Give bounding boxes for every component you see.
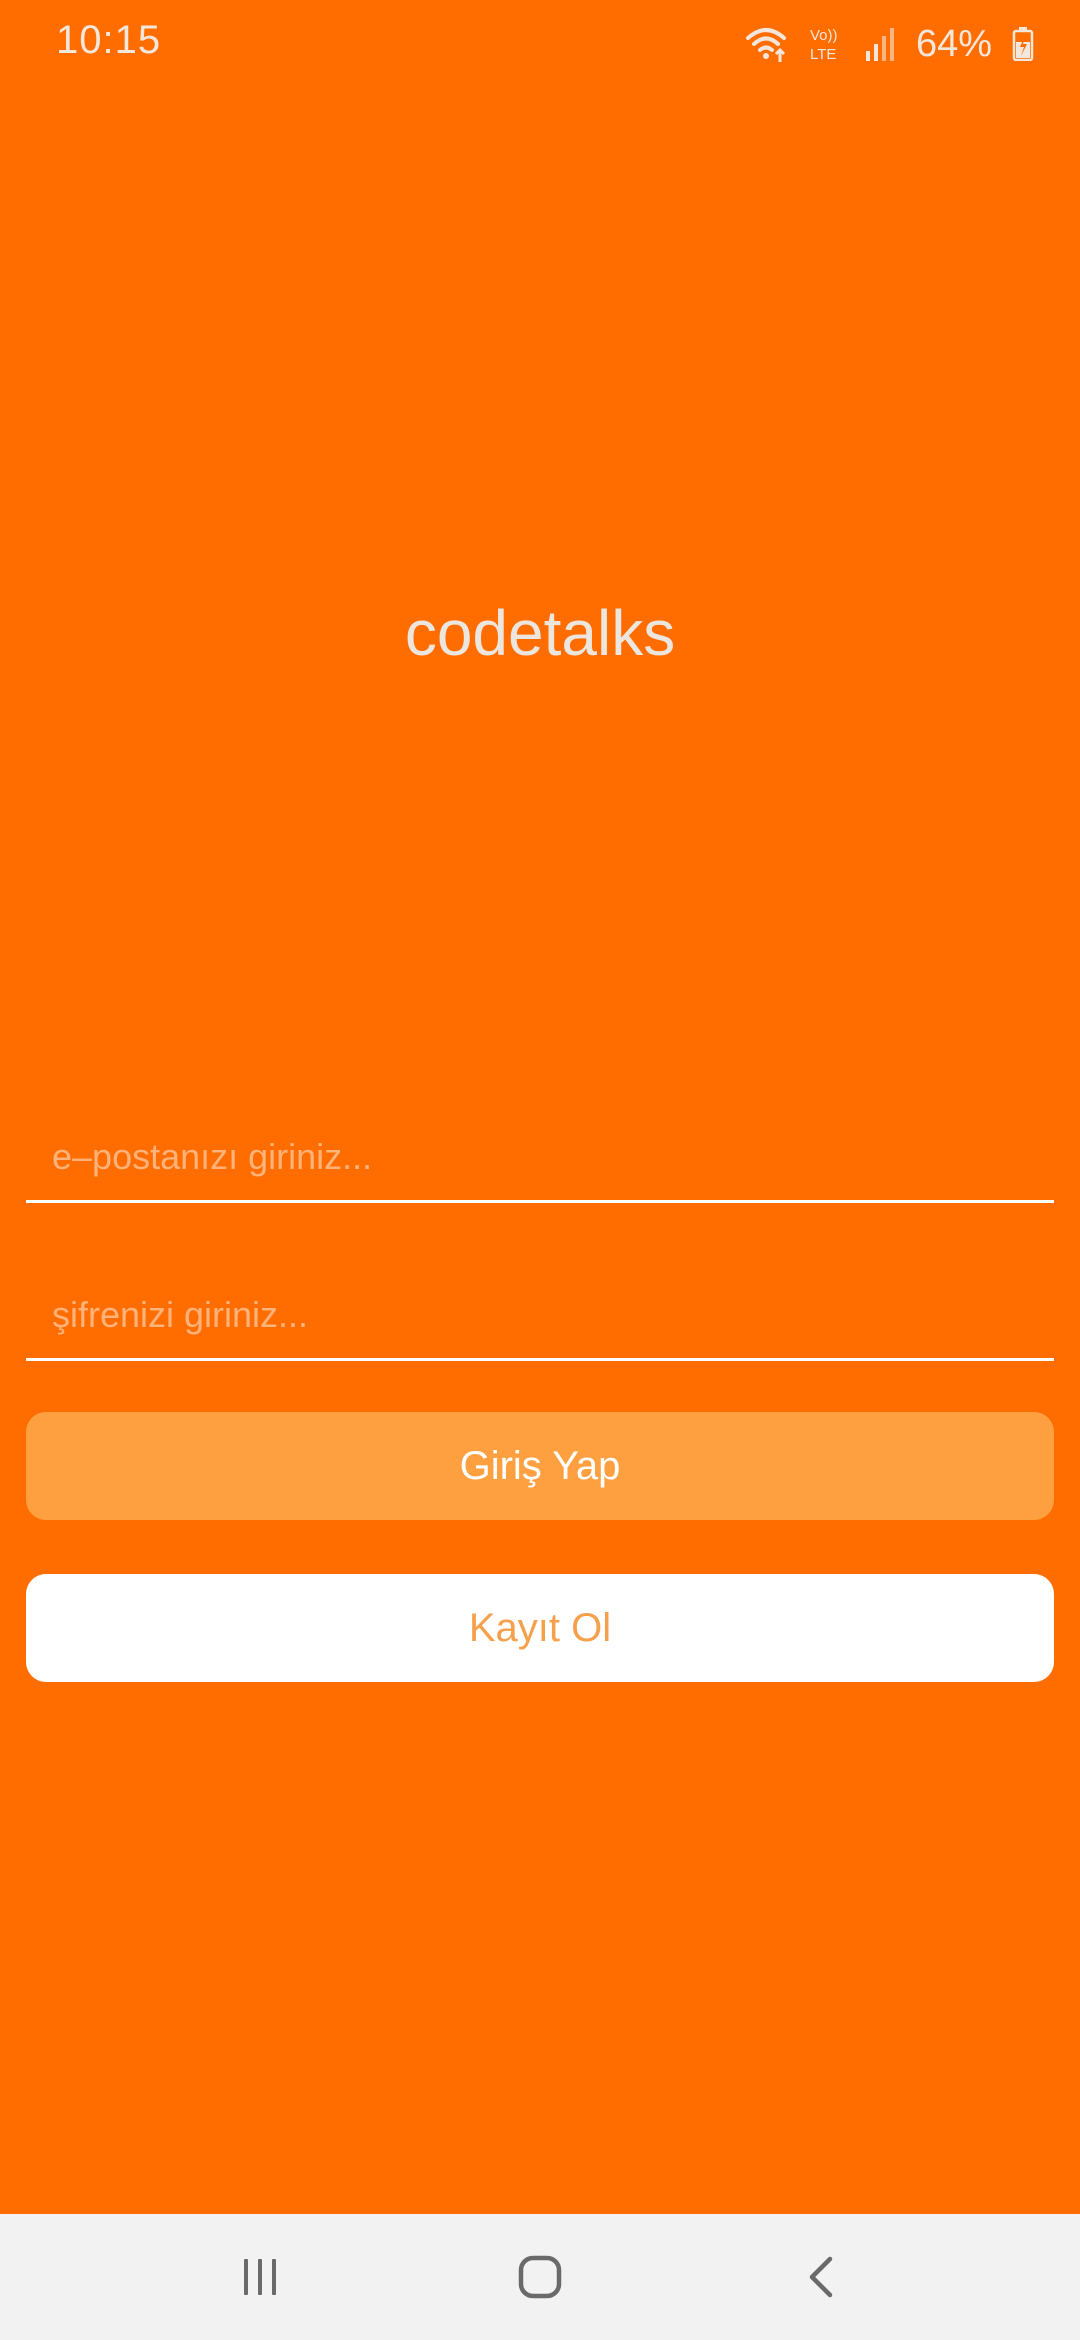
back-button[interactable]	[762, 2232, 882, 2322]
email-input[interactable]	[52, 1136, 1054, 1178]
status-icons: Vo)) LTE 64%	[744, 18, 1034, 70]
back-icon	[800, 2253, 844, 2301]
volte-label-top: Vo))	[810, 27, 838, 44]
navigation-bar	[0, 2214, 1080, 2340]
password-field[interactable]	[26, 1262, 1054, 1361]
volte-label-bottom: LTE	[810, 46, 836, 63]
status-bar: 10:15 Vo)) LTE 64%	[0, 0, 1080, 88]
home-icon	[516, 2253, 564, 2301]
battery-percent: 64%	[915, 22, 992, 65]
battery-charging-icon	[1012, 27, 1034, 61]
home-button[interactable]	[480, 2232, 600, 2322]
wifi-icon	[744, 24, 788, 64]
recent-apps-icon	[238, 2255, 282, 2299]
recent-apps-button[interactable]	[200, 2232, 320, 2322]
signal-icon	[864, 27, 896, 61]
register-button[interactable]: Kayıt Ol	[26, 1574, 1054, 1682]
volte-icon: Vo)) LTE	[808, 24, 844, 64]
app-title: codetalks	[404, 597, 676, 669]
login-button[interactable]: Giriş Yap	[26, 1412, 1054, 1520]
password-input[interactable]	[52, 1294, 1054, 1336]
status-time: 10:15	[56, 18, 162, 62]
email-field[interactable]	[26, 1104, 1054, 1203]
